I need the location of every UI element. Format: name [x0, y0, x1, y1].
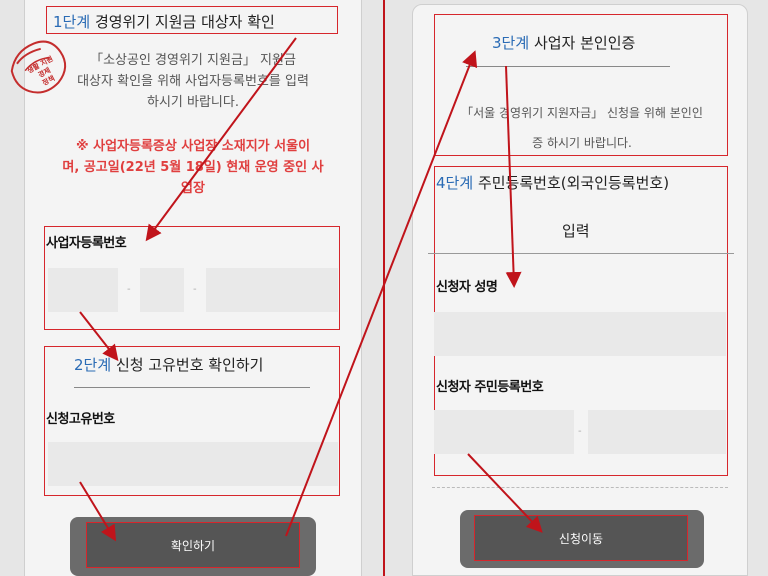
confirm-button-label: 확인하기 [86, 522, 300, 568]
unique-number-field[interactable] [48, 442, 338, 486]
step1-warning: ※ 사업자등록증상 사업장 소재지가 서울이 며, 공고일(22년 5월 18일… [30, 136, 356, 199]
step3-title-text: 사업자 본인인증 [533, 34, 636, 52]
business-number-label: 사업자등록번호 [46, 236, 127, 251]
business-number-field-1[interactable] [48, 268, 118, 312]
step4-number: 4단계 [436, 174, 474, 192]
step4-divider [428, 253, 734, 254]
step3-divider [466, 66, 670, 67]
applicant-name-field[interactable] [434, 312, 726, 356]
applicant-rrn-field-1[interactable] [434, 410, 574, 454]
step1-warn-line: ※ 사업자등록증상 사업장 소재지가 서울이 [75, 139, 311, 154]
step3-desc-line: 증 하시기 바랍니다. [532, 136, 632, 150]
step3-title: 3단계 사업자 본인인증 [492, 32, 635, 53]
apply-button[interactable]: 신청이동 [460, 510, 704, 568]
step2-divider [74, 387, 310, 388]
applicant-rrn-label: 신청자 주민등록번호 [436, 380, 544, 395]
step4-title: 4단계 주민등록번호(외국인등록번호) [436, 172, 669, 193]
step1-warn-line: 업장 [181, 181, 205, 196]
step1-title: 1단계 경영위기 지원금 대상자 확인 [53, 11, 275, 32]
center-divider [383, 0, 385, 576]
step2-title-text: 신청 고유번호 확인하기 [115, 356, 264, 374]
separator: - [578, 426, 582, 437]
step2-title: 2단계 신청 고유번호 확인하기 [74, 354, 263, 375]
step3-description: 「서울 경영위기 지원자금」 신청을 위해 본인인 증 하시기 바랍니다. [432, 98, 732, 158]
step1-number: 1단계 [53, 13, 91, 31]
step4-title-line2: 입력 [562, 222, 590, 240]
step1-warn-line: 며, 공고일(22년 5월 18일) 현재 운영 중인 사 [62, 160, 324, 175]
dashed-divider [432, 487, 728, 488]
separator: - [127, 284, 131, 295]
applicant-name-label: 신청자 성명 [436, 280, 498, 295]
applicant-rrn-field-2[interactable] [588, 410, 726, 454]
step2-number: 2단계 [74, 356, 112, 374]
apply-button-label: 신청이동 [474, 515, 688, 561]
step3-number: 3단계 [492, 34, 530, 52]
step3-desc-line: 「서울 경영위기 지원자금」 신청을 위해 본인인 [461, 106, 703, 120]
step1-desc-line: 「소상공인 경영위기 지원금」 지원금 [90, 53, 296, 68]
step4-title-text: 주민등록번호(외국인등록번호) [477, 174, 670, 192]
confirm-button[interactable]: 확인하기 [70, 517, 316, 576]
business-number-field-2[interactable] [140, 268, 184, 312]
business-number-field-3[interactable] [206, 268, 338, 312]
unique-number-label: 신청고유번호 [46, 412, 115, 427]
step1-title-text: 경영위기 지원금 대상자 확인 [94, 13, 275, 31]
separator: - [193, 284, 197, 295]
step1-title-box: 1단계 경영위기 지원금 대상자 확인 [46, 6, 338, 34]
step1-desc-line: 하시기 바랍니다. [147, 95, 239, 110]
